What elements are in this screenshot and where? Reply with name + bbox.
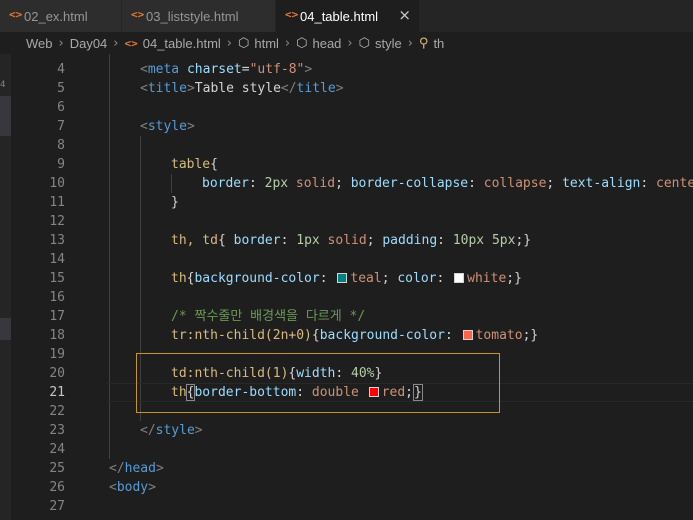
code-line: <title>Table style</title> [140,81,344,96]
code-line: </head> [109,461,164,476]
editor-tab-bar: <> 02_ex.html <> 03_liststyle.html <> 04… [0,0,693,32]
code-line: <body> [109,480,156,495]
breadcrumb-item-head[interactable]: ⬡ head [296,36,341,51]
line-number: 18 [49,328,65,343]
code-area[interactable]: <meta charset="utf-8"> <title>Table styl… [77,54,693,520]
code-line: table{ [171,157,218,172]
breadcrumb-label: 04_table.html [142,35,221,51]
breadcrumb-label: head [312,35,342,51]
breadcrumb-item-style[interactable]: ⬡ style [359,36,402,51]
teal-color-swatch[interactable] [337,272,348,283]
cube-icon: ⬡ [296,35,308,51]
code-line: tr:nth-child(2n+0){background-color: tom… [171,328,539,343]
chevron-right-icon: › [226,35,232,51]
code-comment: /* 짝수줄만 배경색을 다르게 */ [171,309,366,324]
selector-icon: ⚲ [418,35,429,51]
line-number: 10 [49,176,65,191]
chevron-right-icon: › [347,35,353,51]
close-icon[interactable]: × [398,6,411,24]
line-number: 20 [49,366,65,381]
left-activity-strip: 4 [0,54,11,520]
html-file-icon: <> [9,8,23,21]
code-line: border: 2px solid; border-collapse: coll… [202,176,693,191]
line-number: 8 [57,138,65,153]
code-line: th{background-color: teal; color: white;… [171,271,522,286]
line-number: 6 [57,100,65,115]
code-line: } [171,195,179,210]
selection-highlight-box [136,353,500,413]
chevron-right-icon: › [58,35,64,51]
line-number: 19 [49,347,65,362]
line-number: 13 [49,233,65,248]
breadcrumb-label: html [254,35,279,51]
line-number: 14 [49,252,65,267]
code-line: </style> [140,423,203,438]
tab-04-table-html[interactable]: <> 04_table.html × [276,0,420,32]
line-number-gutter: 4 5 6 7 8 9 10 11 12 13 14 15 16 17 18 1… [11,54,77,520]
line-number: 11 [49,195,65,210]
breadcrumb-label: th [433,35,445,51]
cube-icon: ⬡ [358,35,370,51]
line-number: 7 [57,119,65,134]
code-editor[interactable]: 4 5 6 7 8 9 10 11 12 13 14 15 16 17 18 1… [11,54,693,520]
line-number: 16 [49,290,65,305]
breadcrumb-item-web[interactable]: Web [26,36,53,51]
code-line: th, td{ border: 1px solid; padding: 10px… [171,233,532,248]
line-number: 12 [49,214,65,229]
breadcrumb: Web › Day04 › <> 04_table.html › ⬡ html … [0,32,693,54]
html-file-icon: <> [131,8,145,21]
scroll-marker [0,96,11,136]
line-number: 4 [57,62,65,77]
code-line: <meta charset="utf-8"> [140,62,313,77]
line-number: 15 [49,271,65,286]
code-line: <style> [140,119,195,134]
breadcrumb-label: Day04 [69,35,108,51]
line-number: 17 [49,309,65,324]
chevron-right-icon: › [113,35,119,51]
breadcrumb-label: Web [26,35,53,51]
tomato-color-swatch[interactable] [462,329,473,340]
line-number: 26 [49,480,65,495]
breadcrumb-label: style [374,35,402,51]
white-color-swatch[interactable] [454,272,465,283]
gutter-number: 4 [0,80,6,90]
tab-02-ex-html[interactable]: <> 02_ex.html [0,0,122,32]
breadcrumb-item-th[interactable]: ⚲ th [419,36,444,51]
tab-label: 03_liststyle.html [146,8,239,24]
tab-label: 02_ex.html [24,8,88,24]
tab-label: 04_table.html [300,8,379,24]
html-file-icon: <> [124,36,138,50]
cube-icon: ⬡ [238,35,250,51]
line-number: 27 [49,499,65,514]
breadcrumb-item-html[interactable]: ⬡ html [238,36,279,51]
line-number: 25 [49,461,65,476]
chevron-right-icon: › [284,35,291,51]
line-number: 9 [57,157,65,172]
breadcrumb-item-file[interactable]: <> 04_table.html [124,36,220,51]
html-file-icon: <> [285,8,299,21]
line-number-active: 21 [49,385,65,400]
line-number: 5 [57,81,65,96]
indent-guide [171,174,172,193]
line-number: 24 [49,442,65,457]
scroll-marker [0,318,11,340]
line-number: 22 [49,404,65,419]
chevron-right-icon: › [407,35,413,51]
tab-03-liststyle-html[interactable]: <> 03_liststyle.html [122,0,276,32]
breadcrumb-item-day04[interactable]: Day04 [70,36,108,51]
line-number: 23 [49,423,65,438]
